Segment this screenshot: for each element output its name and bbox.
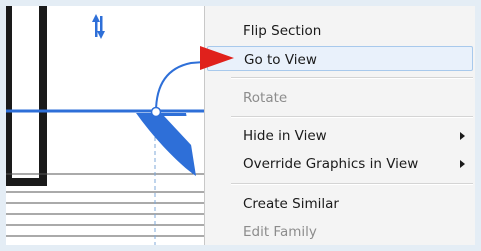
red-pointer-arrow-icon: [77, 46, 234, 70]
window-frame: Flip Section Go to View Rotate Hide in V…: [0, 0, 481, 251]
